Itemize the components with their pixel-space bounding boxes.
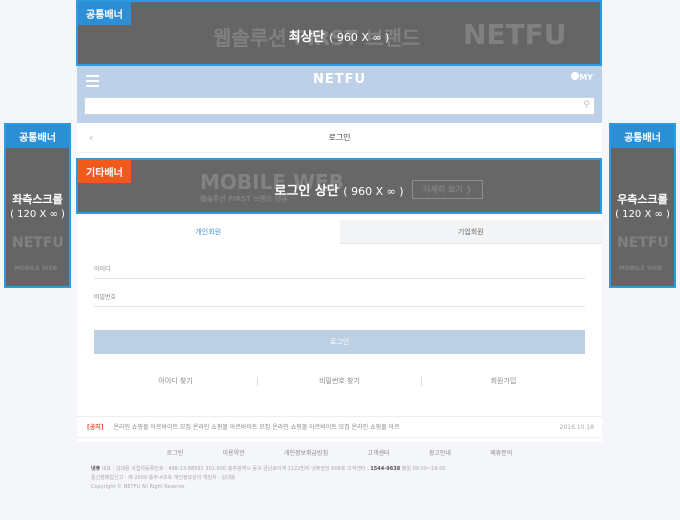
my-page-icon[interactable]: MY (571, 72, 593, 82)
footer-link-privacy[interactable]: 개인정보취급방침 (284, 448, 328, 457)
footer-link-login[interactable]: 로그인 (167, 448, 184, 457)
banner-title: 로그인 상단 (274, 184, 339, 199)
tab-personal[interactable]: 개인회원 (77, 220, 340, 244)
mobile-page: NETFU MY ⚲ ‹ 로그인 개인회원 기업회원 아이디 비밀번호 로그인 … (77, 66, 602, 516)
my-label: MY (579, 73, 593, 82)
find-id-link[interactable]: 아이디 찾기 (94, 376, 257, 386)
footer: 로그인 이용약관 개인정보취급방침 고객센터 광고안내 제휴문의 넷퓨 대표 :… (77, 442, 602, 516)
notice-bar[interactable]: [공지] 온라인 쇼핑몰 아르바이트 모집 온라인 쇼핑몰 아르바이트 모집 온… (77, 416, 602, 438)
banner-size: ( 960 X ∞ ) (329, 31, 390, 44)
find-password-link[interactable]: 비밀번호 찾기 (258, 376, 421, 386)
banner-caption: 최상단 ( 960 X ∞ ) (78, 26, 600, 45)
site-logo[interactable]: NETFU (77, 66, 602, 94)
login-top-banner-slot[interactable]: MOBILE WEB 웹솔루션 FIRST 브랜드 넷퓨 자세히 보기 ❯ 기타… (76, 158, 602, 214)
right-scroll-banner-slot[interactable]: NETFU MOBILE WEB 공통배너 우측스크롤 ( 120 X ∞ ) (609, 123, 676, 288)
menu-icon[interactable] (86, 75, 99, 90)
footer-link-terms[interactable]: 이용약관 (223, 448, 245, 457)
banner-bg-logo: NETFU (12, 235, 64, 251)
banner-tag: 공통배너 (78, 2, 131, 25)
notice-label: [공지] (87, 424, 104, 431)
banner-bg-logo: NETFU (617, 235, 669, 251)
password-field[interactable]: 비밀번호 (94, 289, 585, 307)
page-title: 로그인 (328, 133, 351, 142)
notice-text[interactable]: 온라인 쇼핑몰 아르바이트 모집 온라인 쇼핑몰 아르바이트 모집 온라인 쇼핑… (113, 424, 399, 431)
company-hours: 평일 09:00~18:00 (400, 466, 446, 472)
back-icon[interactable]: ‹ (89, 123, 93, 153)
copyright: Copyright © NETFU All Right Reserve. (91, 484, 186, 490)
banner-caption: 로그인 상단 ( 960 X ∞ ) (78, 180, 600, 199)
banner-size: ( 120 X ∞ ) (10, 209, 65, 220)
member-type-tabs: 개인회원 기업회원 (77, 220, 602, 244)
left-scroll-banner-slot[interactable]: NETFU MOBILE WEB 공통배너 좌측스크롤 ( 120 X ∞ ) (4, 123, 71, 288)
search-bar: ⚲ (77, 94, 602, 123)
company-info-line1: 대표 : 김대용 사업자등록번호 : 498-13-88591 301-600 … (101, 466, 371, 472)
search-icon[interactable]: ⚲ (583, 100, 590, 110)
banner-title: 우측스크롤 (617, 193, 668, 206)
footer-link-partnership[interactable]: 제휴문의 (490, 448, 512, 457)
support-phone: 1544-9638 (370, 466, 401, 472)
banner-title: 좌측스크롤 (12, 193, 63, 206)
id-field[interactable]: 아이디 (94, 261, 585, 279)
signup-link[interactable]: 회원가입 (422, 376, 585, 386)
banner-size: ( 960 X ∞ ) (343, 185, 404, 198)
page-title-bar: ‹ 로그인 (77, 123, 602, 153)
company-info-line2: 통신판매업신고 : 제 2009-충주-4조호 개인정보관리 책임자 : 김대용 (91, 475, 236, 481)
banner-bg-button: MOBILE WEB (619, 265, 663, 272)
banner-size: ( 120 X ∞ ) (615, 209, 670, 220)
banner-bg-button: MOBILE WEB (14, 265, 58, 272)
app-header: NETFU MY (77, 66, 602, 94)
notice-date: 2016.10.18 (555, 417, 594, 437)
company-info: 넷퓨 대표 : 김대용 사업자등록번호 : 498-13-88591 301-6… (77, 457, 602, 492)
banner-tag: 공통배너 (611, 125, 674, 148)
tab-business[interactable]: 기업회원 (339, 220, 602, 244)
banner-tag: 공통배너 (6, 125, 69, 148)
footer-link-ads[interactable]: 광고안내 (429, 448, 451, 457)
account-links: 아이디 찾기 비밀번호 찾기 회원가입 (94, 376, 585, 386)
footer-link-support[interactable]: 고객센터 (367, 448, 389, 457)
search-input[interactable]: ⚲ (84, 97, 595, 115)
footer-nav: 로그인 이용약관 개인정보취급방침 고객센터 광고안내 제휴문의 (77, 442, 602, 457)
top-banner-slot[interactable]: 웹솔루션 FIRST 브랜드 NETFU 공통배너 최상단 ( 960 X ∞ … (76, 0, 602, 66)
login-button[interactable]: 로그인 (94, 330, 585, 354)
banner-title: 최상단 (288, 30, 325, 45)
company-name: 넷퓨 (91, 466, 101, 472)
